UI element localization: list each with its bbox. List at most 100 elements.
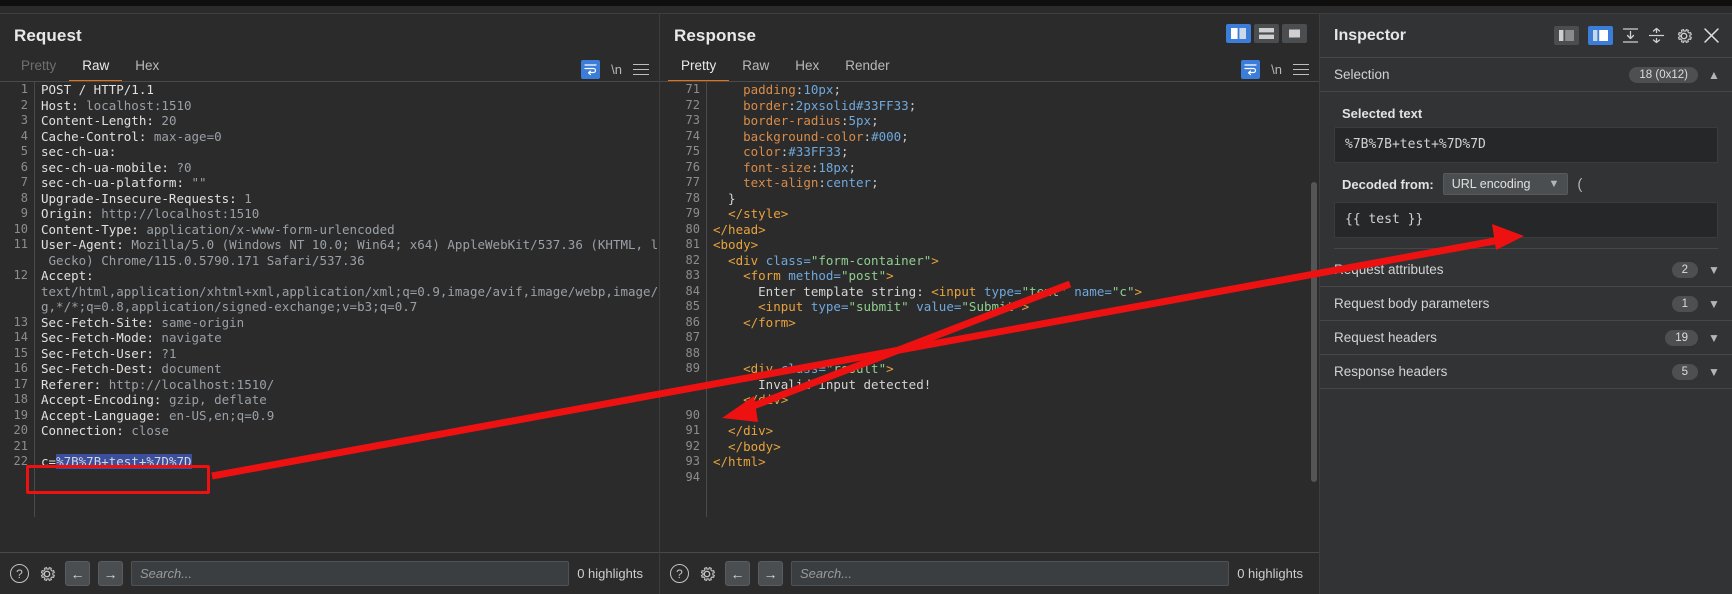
inspector-section-row[interactable]: Request attributes 2 ▼ (1320, 253, 1732, 287)
request-editor[interactable]: 1 POST / HTTP/1.1 2 Host: localhost:1510 3 Co… (0, 82, 659, 517)
code-line: 19 Accept-Language: en-US,en;q=0.9 (0, 408, 659, 424)
code-text: Referer: http://localhost:1510/ (41, 376, 275, 392)
line-number: 76 (685, 159, 700, 174)
code-text: <div class="form-container"> (713, 252, 939, 268)
newline-toggle-icon[interactable]: \n (1271, 62, 1282, 77)
inspector-section-count: 2 (1671, 261, 1698, 278)
line-number: 3 (20, 113, 28, 127)
code-line: 10 Content-Type: application/x-www-form-u… (0, 222, 659, 238)
code-text: </div> (713, 423, 774, 438)
gear-icon[interactable] (1674, 26, 1694, 46)
response-searchbar: ? ← → 0 highlights (660, 552, 1319, 594)
response-title: Response (674, 26, 757, 45)
top-strip (0, 0, 1732, 14)
code-line: 91 </div> (660, 423, 1319, 439)
request-search-input[interactable] (131, 561, 570, 586)
code-text: User-Agent: Mozilla/5.0 (Windows NT 10.0… (41, 237, 659, 252)
chevron-down-icon[interactable]: ▼ (1708, 263, 1720, 277)
help-icon[interactable]: ? (670, 564, 689, 583)
collapse-all-icon[interactable] (1622, 27, 1639, 44)
code-text: Sec-Fetch-Mode: navigate (41, 330, 222, 345)
code-text: POST / HTTP/1.1 (41, 82, 154, 97)
window-top-bar (0, 0, 1732, 6)
chevron-down-icon[interactable]: ▼ (1708, 297, 1720, 311)
decoded-from-row: Decoded from: URL encoding ▼ ( (1334, 163, 1718, 202)
layout-vertical-split-icon[interactable] (1226, 24, 1251, 43)
code-text: Sec-Fetch-User: ?1 (41, 345, 177, 361)
tab-request-hex[interactable]: Hex (122, 54, 172, 82)
code-text: sec-ch-ua-platform: "" (41, 175, 207, 190)
code-line: 88 (660, 346, 1319, 362)
tab-response-pretty[interactable]: Pretty (668, 54, 730, 82)
inspector-section-label: Response headers (1334, 364, 1448, 379)
inspector-sections: Request attributes 2 ▼ Request body paramet… (1320, 253, 1732, 389)
code-text: font-size:18px; (743, 159, 857, 175)
inspector-section-selection[interactable]: Selection 18 (0x12) ▲ (1320, 58, 1732, 92)
gear-icon[interactable] (37, 564, 57, 584)
response-search-input[interactable] (791, 561, 1230, 586)
code-line: g,*/*;q=0.8,application/signed-exchange;… (0, 299, 659, 315)
code-text: text/html,application/xhtml+xml,applicat… (41, 283, 659, 299)
line-number: 81 (685, 237, 700, 251)
code-text: Invalid input detected! (713, 376, 932, 392)
expand-all-icon[interactable] (1648, 27, 1665, 44)
line-number: 22 (13, 454, 28, 468)
tab-request-raw[interactable]: Raw (69, 54, 123, 82)
chevron-up-icon[interactable]: ▲ (1708, 68, 1720, 82)
code-line: 13 Sec-Fetch-Site: same-origin (0, 315, 659, 331)
request-title: Request (14, 26, 82, 45)
code-text: Content-Type: application/x-www-form-url… (41, 221, 395, 237)
close-icon[interactable] (1703, 27, 1720, 44)
gear-icon[interactable] (697, 564, 717, 584)
selected-text-value[interactable]: %7B%7B+test+%7D%7D (1334, 127, 1718, 163)
response-menu-icon[interactable] (1293, 63, 1309, 76)
search-prev-button[interactable]: ← (725, 561, 750, 586)
inspector-separator (1334, 248, 1718, 249)
inspector-dock-right-icon[interactable] (1588, 26, 1613, 45)
tab-response-hex[interactable]: Hex (782, 54, 832, 82)
tab-response-render[interactable]: Render (832, 54, 902, 82)
layout-horizontal-split-icon[interactable] (1254, 24, 1279, 43)
chevron-down-icon[interactable]: ▼ (1708, 331, 1720, 345)
code-text: border:2pxsolid#33FF33; (743, 97, 917, 113)
inspector-dock-left-icon[interactable] (1554, 26, 1579, 45)
response-scrollbar[interactable] (1311, 182, 1317, 482)
line-number: 8 (20, 190, 28, 205)
code-text: } (713, 190, 736, 206)
newline-toggle-icon[interactable]: \n (611, 62, 622, 77)
layout-single-pane-icon[interactable] (1282, 24, 1307, 43)
selection-count-badge: 18 (0x12) (1629, 66, 1698, 83)
decoded-from-select[interactable]: URL encoding ▼ (1442, 173, 1569, 195)
inspector-section-row[interactable]: Request headers 19 ▼ (1320, 321, 1732, 355)
search-next-button[interactable]: → (758, 561, 783, 586)
code-line: 81 <body> (660, 237, 1319, 253)
decoded-value[interactable]: {{ test }} (1334, 202, 1718, 238)
code-text: </html> (713, 454, 766, 469)
line-number: 74 (685, 128, 700, 143)
code-line: 1 POST / HTTP/1.1 (0, 82, 659, 98)
selection-section-label: Selection (1334, 67, 1390, 82)
line-number: 17 (13, 376, 28, 391)
code-line: 85 <input type="submit" value="Submit"> (660, 299, 1319, 315)
inspector-section-count: 5 (1671, 363, 1698, 380)
chevron-down-icon[interactable]: ▼ (1708, 365, 1720, 379)
code-line: 11 User-Agent: Mozilla/5.0 (Windows NT 10… (0, 237, 659, 253)
request-menu-icon[interactable] (633, 63, 649, 76)
tab-request-pretty[interactable]: Pretty (8, 54, 69, 82)
code-line: 77 text-align:center; (660, 175, 1319, 191)
code-text: </body> (713, 438, 781, 454)
word-wrap-icon[interactable] (1241, 60, 1261, 79)
search-prev-button[interactable]: ← (65, 561, 90, 586)
code-text: Accept-Encoding: gzip, deflate (41, 392, 267, 407)
code-text: color:#33FF33; (743, 144, 849, 159)
help-icon[interactable]: ? (10, 564, 29, 583)
word-wrap-icon[interactable] (581, 60, 601, 79)
response-editor[interactable]: 71 padding:10px; 72 border:2pxsolid#33FF3… (660, 82, 1319, 517)
inspector-section-row[interactable]: Response headers 5 ▼ (1320, 355, 1732, 389)
inspector-section-row[interactable]: Request body parameters 1 ▼ (1320, 287, 1732, 321)
search-next-button[interactable]: → (98, 561, 123, 586)
selection-details: Selected text %7B%7B+test+%7D%7D Decoded… (1320, 92, 1732, 253)
tab-response-raw[interactable]: Raw (729, 54, 782, 82)
